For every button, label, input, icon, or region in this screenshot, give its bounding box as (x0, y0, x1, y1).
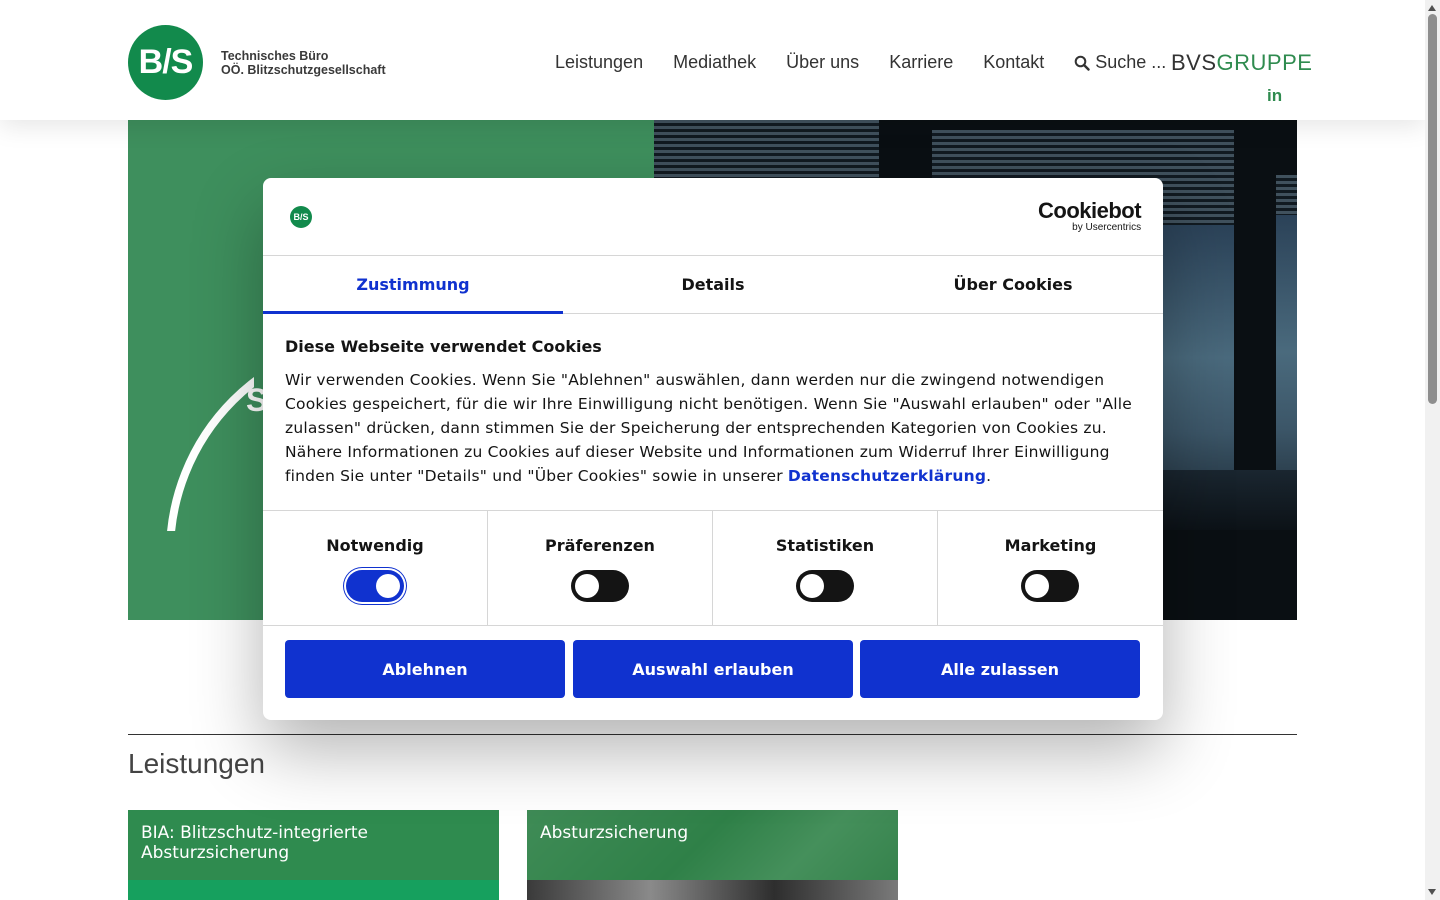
bvs-gruppe-link[interactable]: BVSGRUPPE (1171, 50, 1312, 76)
cookie-categories: Notwendig Präferenzen Statistiken Market… (263, 510, 1163, 626)
tab-zustimmung[interactable]: Zustimmung (263, 256, 563, 314)
cookie-consent-dialog: B/S Cookiebot by Usercentrics Zustimmung… (263, 178, 1163, 720)
toggle-marketing[interactable] (1021, 570, 1079, 602)
nav-kontakt[interactable]: Kontakt (983, 52, 1044, 73)
cookiebot-logo[interactable]: Cookiebot by Usercentrics (1038, 198, 1142, 233)
linkedin-icon[interactable]: in (1267, 86, 1282, 106)
toggle-knob (376, 574, 400, 598)
toggle-knob (800, 574, 824, 598)
category-praeferenzen: Präferenzen (488, 511, 713, 625)
cookie-heading: Diese Webseite verwendet Cookies (285, 337, 602, 356)
scroll-down-arrow-icon[interactable] (1428, 889, 1436, 895)
scroll-thumb[interactable] (1428, 14, 1437, 404)
nav-ueber-uns[interactable]: Über uns (786, 52, 859, 73)
logo-text: Technisches Büro OÖ. Blitzschutzgesellsc… (221, 49, 386, 77)
window-blind (1276, 175, 1297, 215)
cookie-buttons: Ablehnen Auswahl erlauben Alle zulassen (285, 640, 1141, 698)
cookiebot-subtitle: by Usercentrics (1072, 222, 1142, 233)
category-notwendig: Notwendig (263, 511, 488, 625)
toggle-statistiken[interactable] (796, 570, 854, 602)
category-statistiken: Statistiken (713, 511, 938, 625)
cookie-dialog-header: B/S Cookiebot by Usercentrics (263, 178, 1163, 256)
cookie-description: Wir verwenden Cookies. Wenn Sie "Ablehne… (285, 368, 1145, 488)
card-overlay (527, 810, 898, 880)
category-label: Notwendig (326, 536, 424, 555)
toggle-knob (1025, 574, 1049, 598)
nav-mediathek[interactable]: Mediathek (673, 52, 756, 73)
toggle-notwendig[interactable] (346, 570, 404, 602)
cookiebot-name: Cookiebot (1038, 198, 1142, 223)
tab-ueber-cookies[interactable]: Über Cookies (863, 256, 1163, 313)
card-title: Absturzsicherung (540, 823, 689, 843)
tab-details[interactable]: Details (563, 256, 863, 313)
allow-all-button[interactable]: Alle zulassen (860, 640, 1140, 698)
toggle-praeferenzen[interactable] (571, 570, 629, 602)
nav-search[interactable]: Suche ... (1074, 52, 1166, 73)
site-header: B/S Technisches Büro OÖ. Blitzschutzgese… (0, 0, 1425, 120)
site-logo[interactable]: B/S Technisches Büro OÖ. Blitzschutzgese… (128, 25, 386, 100)
logo-line-1: Technisches Büro (221, 48, 329, 63)
card-image (527, 880, 898, 900)
cookie-dialog-body: Diese Webseite verwendet Cookies Wir ver… (285, 336, 1145, 488)
service-card-absturzsicherung[interactable]: Absturzsicherung (527, 810, 898, 900)
service-card-bia[interactable]: BIA: Blitzschutz-integrierte Absturzsich… (128, 810, 499, 900)
nav-karriere[interactable]: Karriere (889, 52, 953, 73)
page-scrollbar[interactable] (1425, 0, 1440, 900)
logo-mark: B/S (128, 25, 203, 100)
search-icon (1074, 55, 1090, 71)
nav-leistungen[interactable]: Leistungen (555, 52, 643, 73)
allow-selection-button[interactable]: Auswahl erlauben (573, 640, 853, 698)
section-divider (128, 734, 1297, 735)
category-label: Marketing (1004, 536, 1097, 555)
category-marketing: Marketing (938, 511, 1163, 625)
group-brand-part1: BVS (1171, 50, 1217, 75)
cookie-body-text: Wir verwenden Cookies. Wenn Sie "Ablehne… (285, 371, 1132, 485)
category-label: Statistiken (775, 536, 875, 555)
reject-button[interactable]: Ablehnen (285, 640, 565, 698)
search-label: Suche ... (1095, 52, 1167, 72)
card-title: BIA: Blitzschutz-integrierte Absturzsich… (141, 823, 369, 863)
cookie-body-end: . (986, 467, 992, 485)
group-brand-part2: GRUPPE (1216, 50, 1313, 75)
site-logo-small: B/S (290, 206, 312, 228)
logo-line-2: OÖ. Blitzschutzgesellschaft (221, 62, 386, 77)
main-nav: Leistungen Mediathek Über uns Karriere K… (555, 52, 1166, 73)
section-title-leistungen: Leistungen (128, 748, 266, 779)
cookie-tabs: Zustimmung Details Über Cookies (263, 256, 1163, 314)
category-label: Präferenzen (545, 536, 655, 555)
scroll-up-arrow-icon[interactable] (1428, 5, 1436, 11)
privacy-policy-link[interactable]: Datenschutzerklärung (788, 467, 986, 485)
toggle-knob (575, 574, 599, 598)
card-image (128, 880, 499, 900)
